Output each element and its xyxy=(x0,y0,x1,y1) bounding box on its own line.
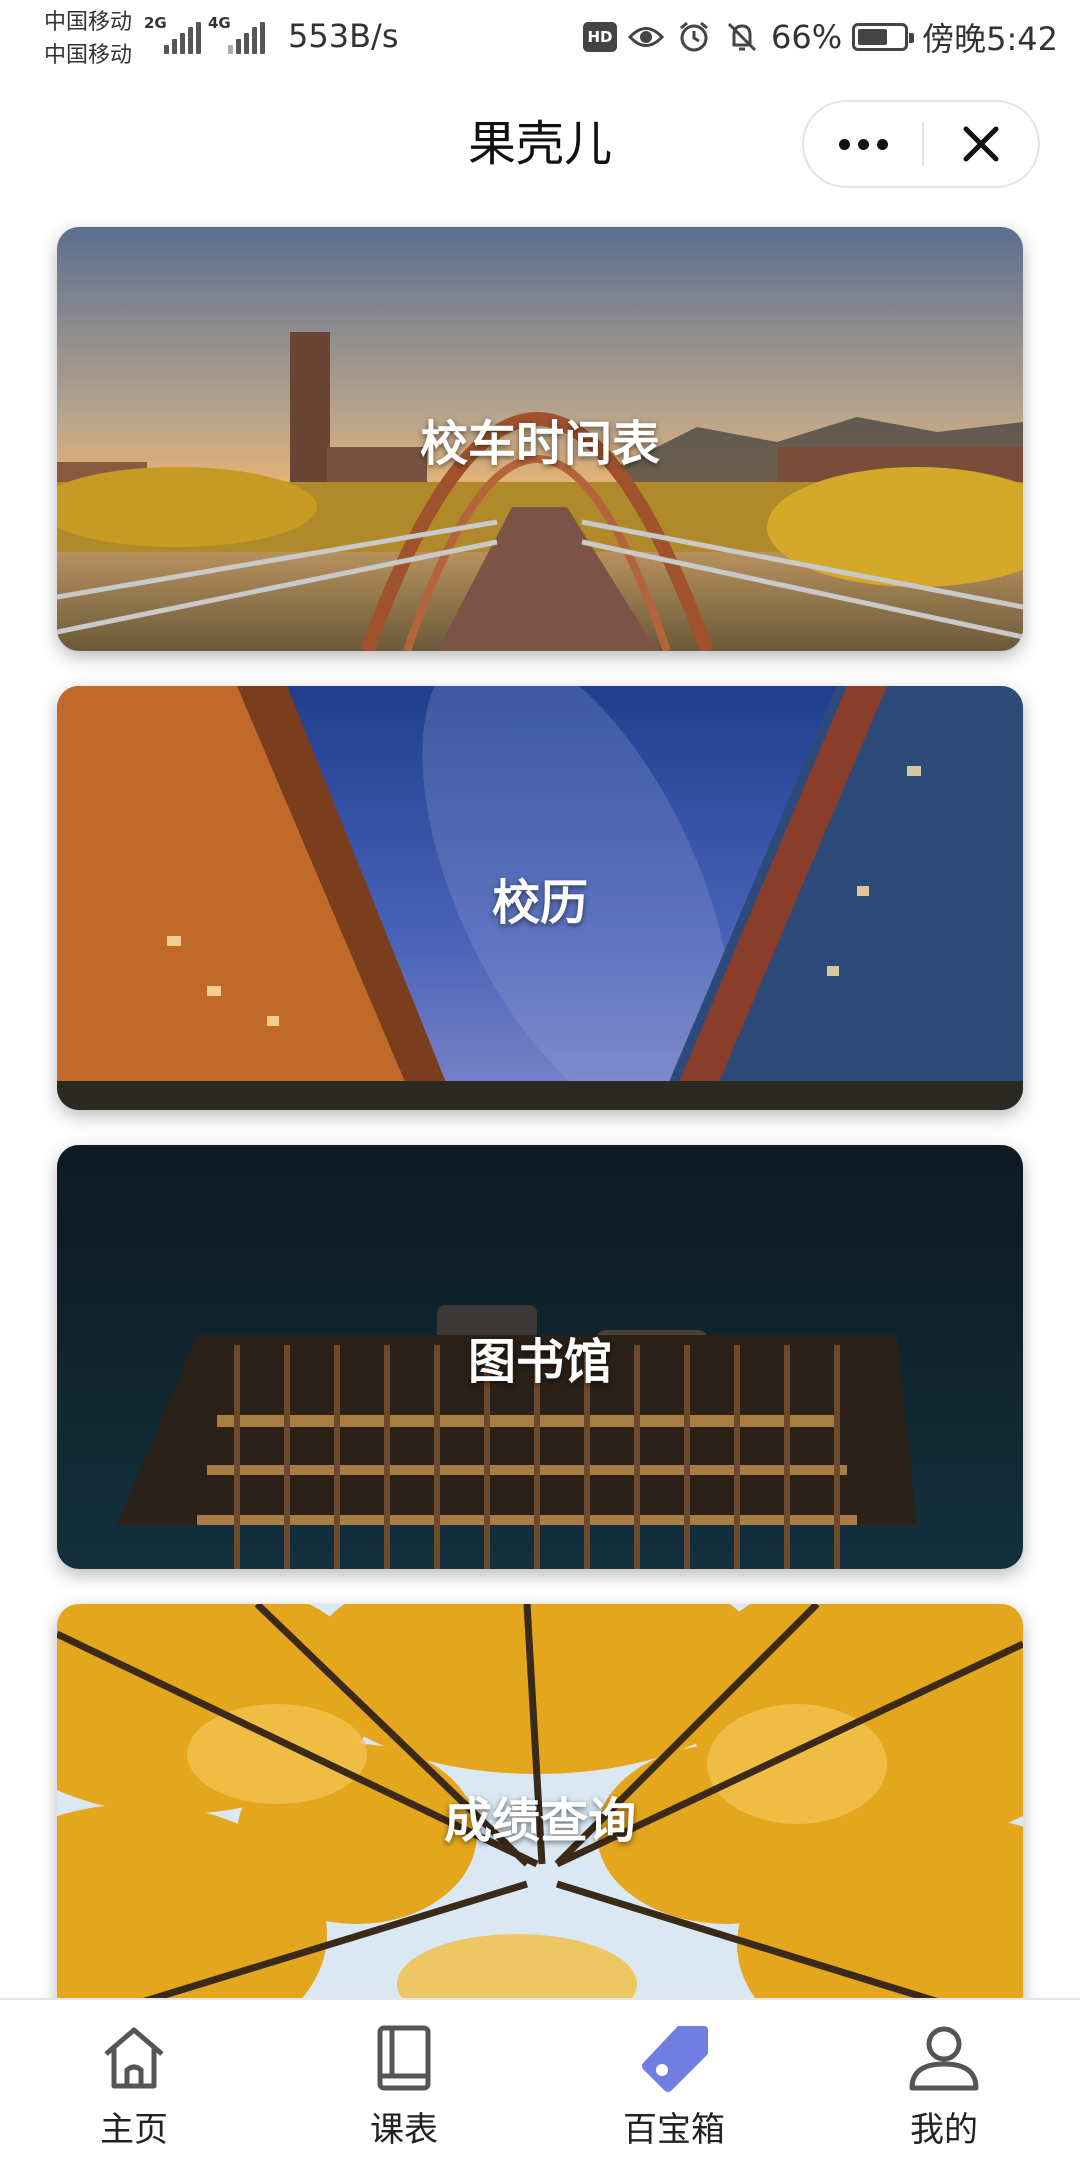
mini-program-header: 果壳儿 xyxy=(0,76,1080,212)
home-icon xyxy=(104,2027,164,2089)
hd-icon: HD xyxy=(583,22,617,52)
card-label: 成绩查询 xyxy=(443,1793,636,1849)
tab-home[interactable]: 主页 xyxy=(34,2010,234,2150)
tab-schedule[interactable]: 课表 xyxy=(304,2010,504,2150)
status-bar: 中国移动 中国移动 2G 4G 553B/s HD 66% 傍晚5:42 xyxy=(0,0,1080,76)
tab-label: 百宝箱 xyxy=(623,2110,725,2150)
book-icon xyxy=(377,2025,431,2091)
tag-icon xyxy=(642,2026,708,2092)
card-label: 校车时间表 xyxy=(419,416,660,472)
tab-label: 我的 xyxy=(910,2110,978,2150)
carrier-1: 中国移动 xyxy=(44,10,133,35)
bottom-tab-bar: 主页 课表 百宝箱 我的 xyxy=(0,1998,1080,2162)
card-label: 校历 xyxy=(491,875,588,931)
clock: 傍晚5:42 xyxy=(922,20,1058,58)
card-bus-schedule[interactable]: 校车时间表 xyxy=(57,227,1023,651)
card-label: 图书馆 xyxy=(467,1334,612,1390)
tab-label: 主页 xyxy=(100,2110,168,2150)
feature-card-list: 校车时间表 校历 图书馆 成绩查询 xyxy=(0,212,1080,1998)
alarm-icon xyxy=(675,18,713,56)
network-speed: 553B/s xyxy=(288,17,399,55)
more-button[interactable] xyxy=(804,102,922,186)
card-library[interactable]: 图书馆 xyxy=(57,1145,1023,1569)
close-button[interactable] xyxy=(924,102,1038,186)
capsule-menu xyxy=(802,100,1040,188)
battery-percent: 66% xyxy=(771,18,843,56)
more-dots-icon xyxy=(838,138,850,150)
tab-toolbox[interactable]: 百宝箱 xyxy=(574,2010,774,2150)
close-icon xyxy=(963,126,999,162)
card-grade-query[interactable]: 成绩查询 xyxy=(57,1604,1023,1998)
card-school-calendar[interactable]: 校历 xyxy=(57,686,1023,1110)
tab-profile[interactable]: 我的 xyxy=(844,2010,1044,2150)
user-icon xyxy=(909,2026,979,2091)
mute-bell-icon xyxy=(723,18,761,56)
carrier-2: 中国移动 xyxy=(44,43,133,68)
eye-icon xyxy=(627,18,665,56)
tab-label: 课表 xyxy=(370,2110,438,2150)
carrier-info: 中国移动 中国移动 xyxy=(44,6,132,72)
battery-icon xyxy=(852,23,915,51)
